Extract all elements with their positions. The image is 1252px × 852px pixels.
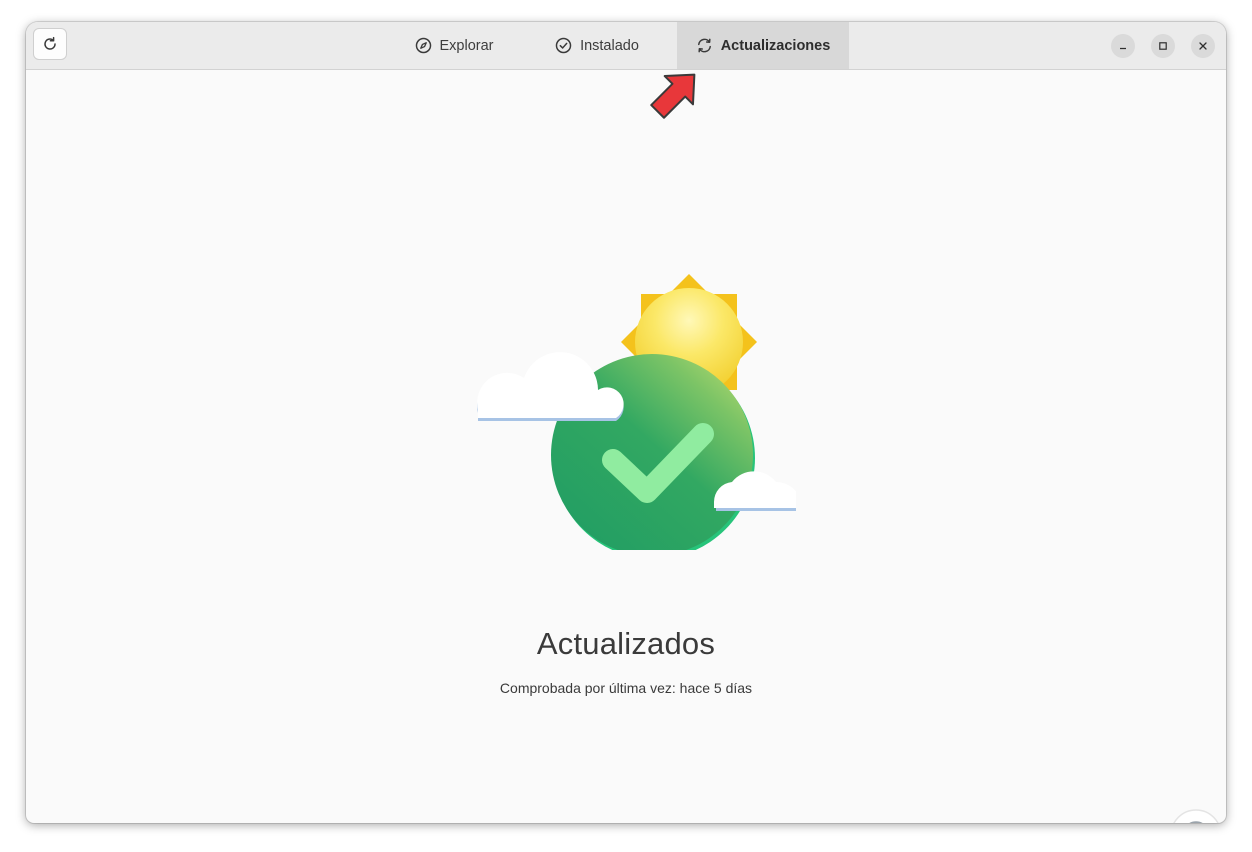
minimize-icon	[1120, 47, 1126, 50]
tab-actualizaciones-label: Actualizaciones	[720, 37, 831, 54]
red-arrow-annotation	[650, 73, 696, 119]
tab-actualizaciones[interactable]: Actualizaciones	[677, 22, 849, 69]
close-button[interactable]	[1191, 34, 1215, 58]
refresh-button[interactable]	[33, 28, 67, 60]
app-window: Explorar Instalado Actualizaciones Actua…	[26, 22, 1226, 823]
close-icon	[1199, 42, 1207, 50]
status-title: Actualizados	[536, 626, 716, 661]
compass-icon	[415, 37, 431, 54]
up-to-date-illustration	[477, 274, 796, 550]
tab-instalado-label: Instalado	[580, 37, 639, 54]
tab-explorar[interactable]: Explorar	[391, 22, 517, 69]
view-switcher: Explorar Instalado Actualizaciones	[391, 22, 849, 69]
tab-explorar-label: Explorar	[439, 37, 494, 54]
sync-icon	[697, 38, 711, 53]
maximize-button[interactable]	[1151, 34, 1175, 58]
maximize-icon	[1159, 42, 1167, 50]
watermark-logo	[1173, 809, 1219, 823]
minimize-button[interactable]	[1111, 34, 1135, 58]
refresh-icon	[44, 36, 56, 50]
updates-page: Actualizados Comprobada por última vez: …	[26, 70, 1226, 823]
headerbar: Explorar Instalado Actualizaciones	[26, 22, 1226, 70]
tab-instalado[interactable]: Instalado	[517, 22, 677, 69]
last-checked-text: Comprobada por última vez: hace 5 días	[499, 680, 753, 696]
check-circle-icon	[555, 37, 572, 54]
